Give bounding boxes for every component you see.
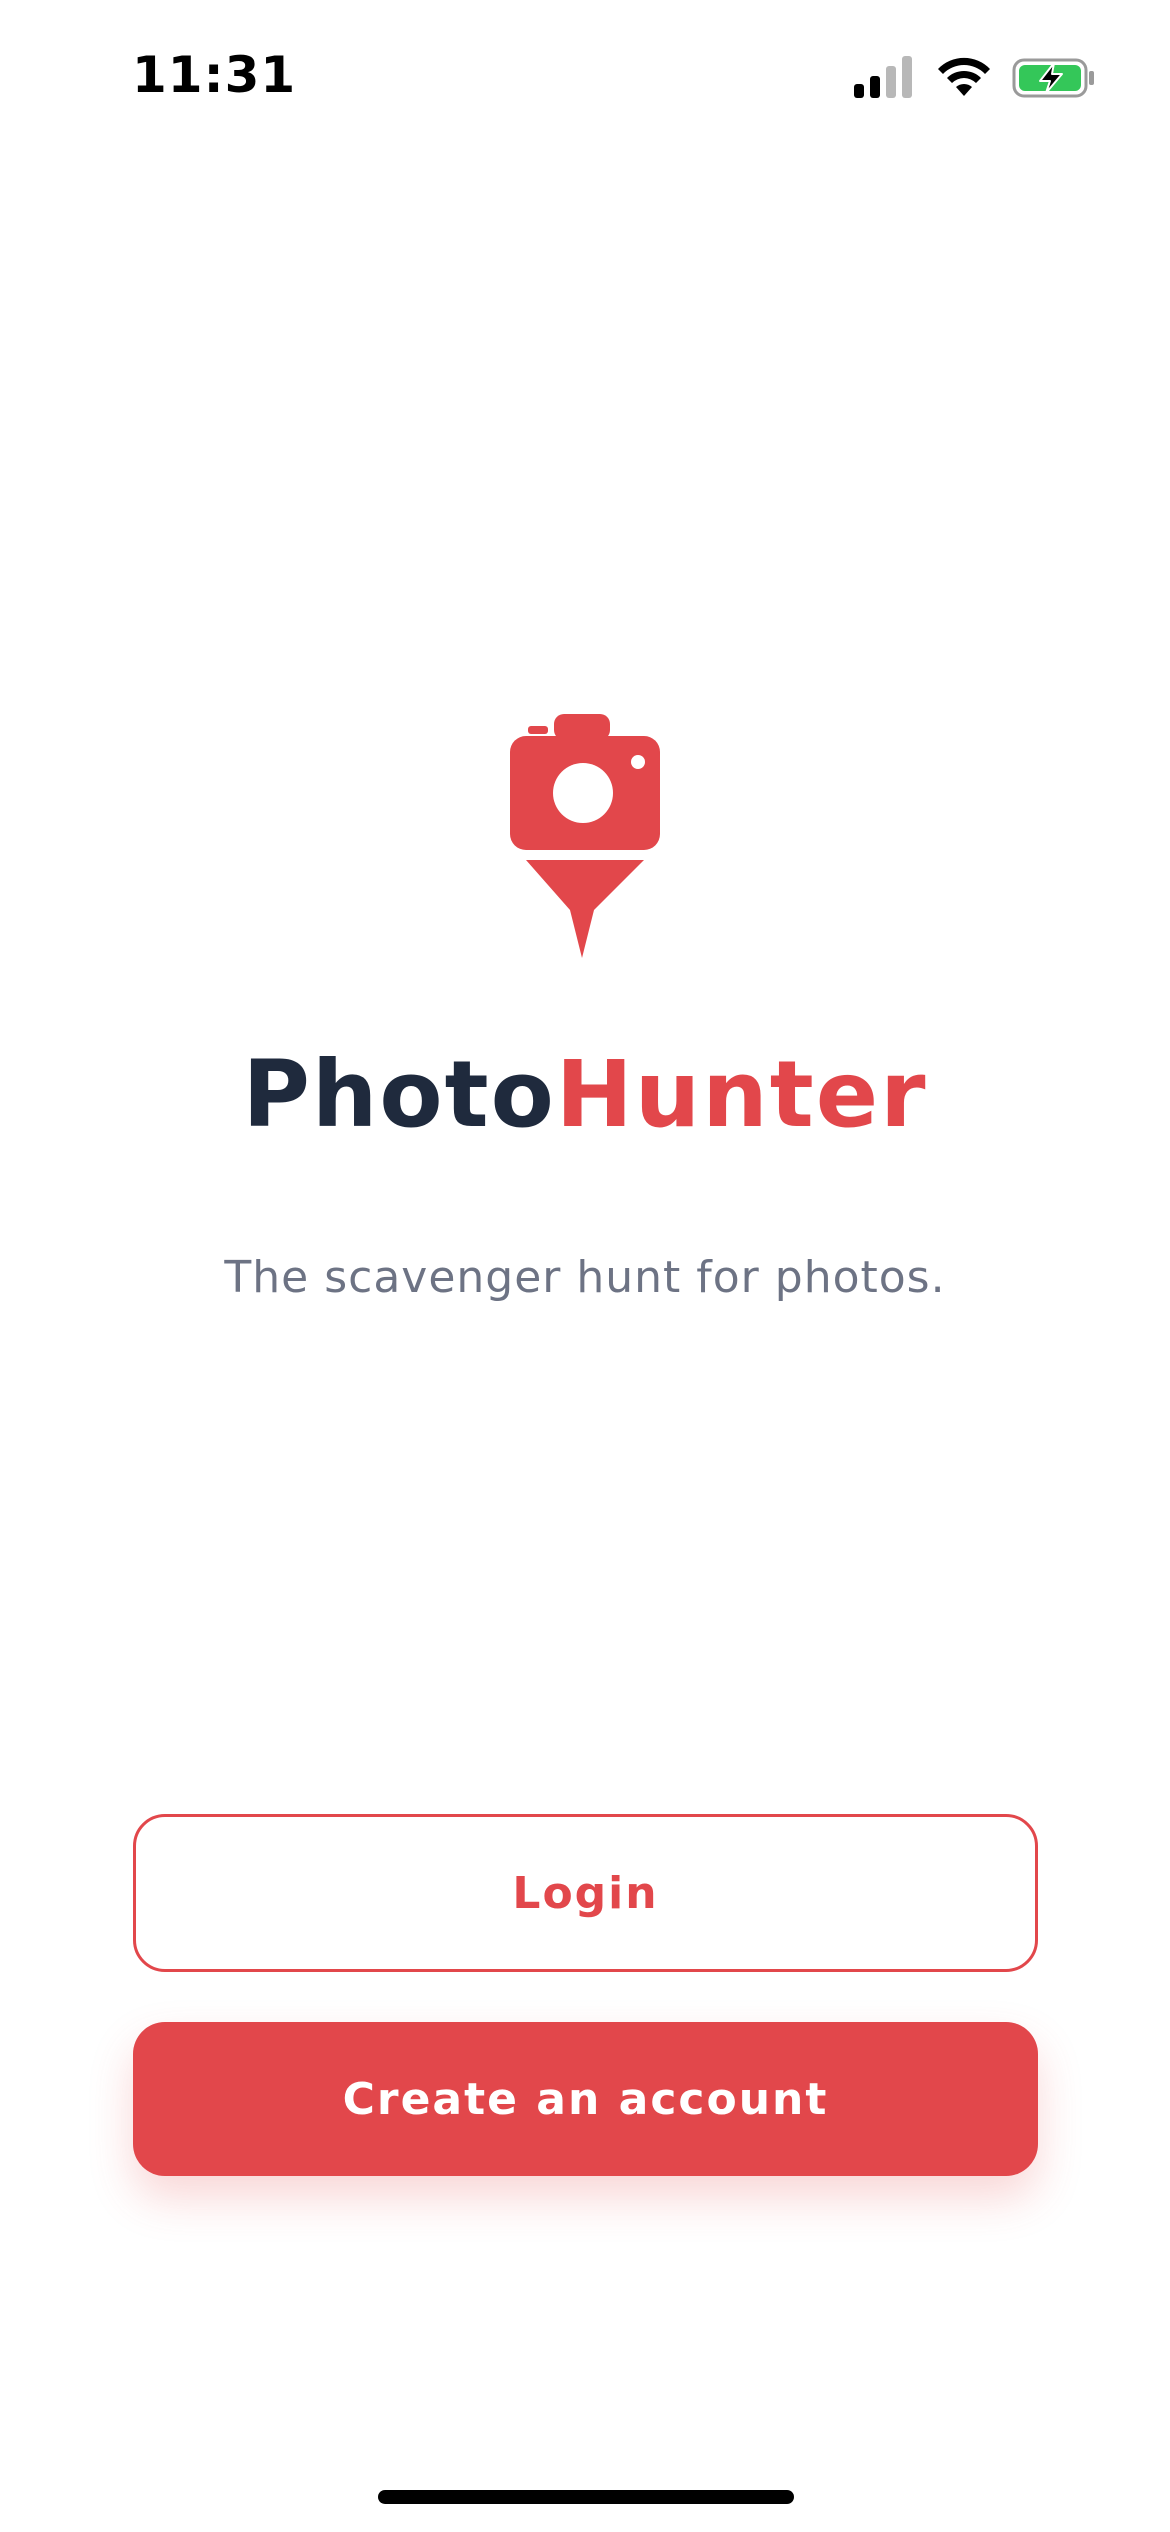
camera-pin-icon bbox=[510, 714, 660, 960]
app-title-photo: Photo bbox=[242, 1041, 556, 1148]
wifi-icon bbox=[938, 57, 990, 96]
tagline: The scavenger hunt for photos. bbox=[224, 1252, 946, 1303]
create-account-button-label: Create an account bbox=[342, 2073, 829, 2125]
login-button[interactable]: Login bbox=[133, 1814, 1038, 1972]
status-icons bbox=[854, 56, 1094, 100]
cellular-signal-icon bbox=[854, 56, 912, 98]
home-indicator[interactable] bbox=[378, 2490, 794, 2504]
status-bar: 11:31 bbox=[0, 0, 1170, 150]
app-title: PhotoHunter bbox=[0, 1040, 1170, 1150]
create-account-button[interactable]: Create an account bbox=[133, 2022, 1038, 2176]
login-button-label: Login bbox=[512, 1867, 659, 1919]
status-time: 11:31 bbox=[132, 46, 297, 104]
app-title-hunter: Hunter bbox=[555, 1041, 928, 1148]
battery-charging-icon bbox=[1012, 58, 1094, 98]
